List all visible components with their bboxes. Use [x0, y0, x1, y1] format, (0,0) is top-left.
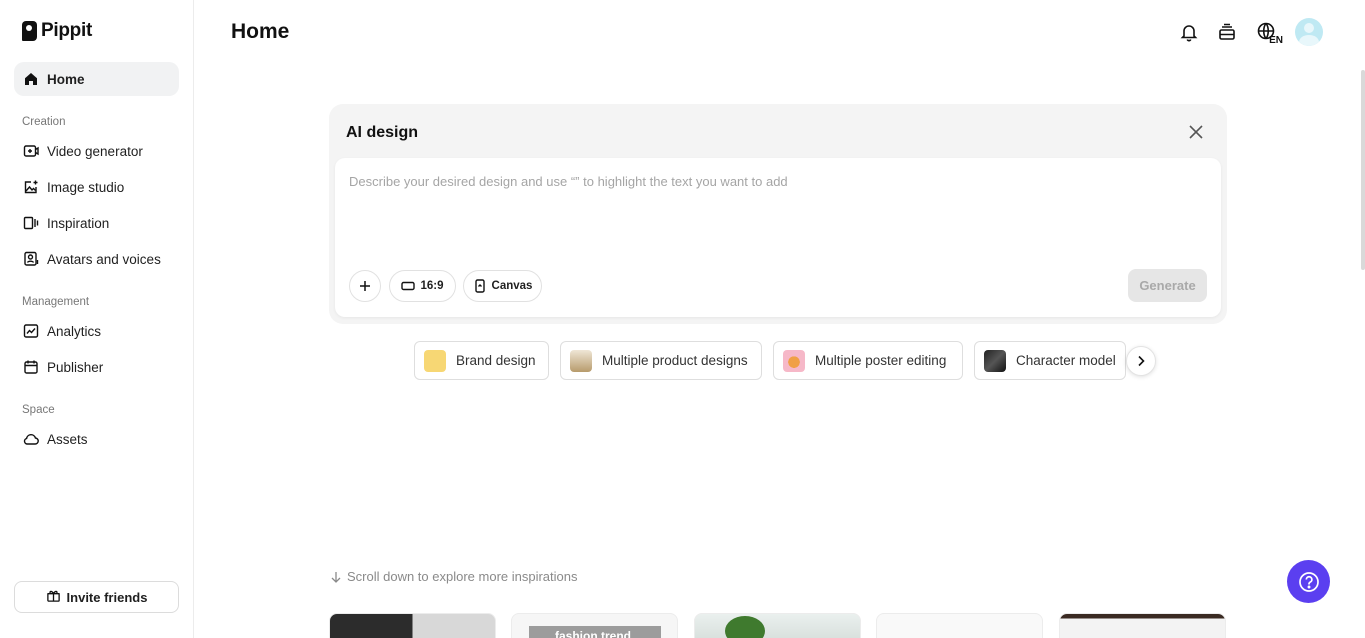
page-title: Home	[231, 20, 290, 43]
ai-design-title: AI design	[346, 124, 419, 141]
section-label-management: Management	[22, 296, 90, 308]
generate-button[interactable]: Generate	[1128, 269, 1207, 302]
sidebar-item-image-studio[interactable]: Image studio	[14, 170, 179, 204]
poster-editing-thumbnail	[783, 349, 805, 372]
character-model-thumbnail	[984, 349, 1006, 372]
sidebar-item-label: Image studio	[47, 179, 125, 195]
cloud-icon	[23, 431, 39, 447]
aspect-ratio-label: 16:9	[420, 280, 444, 292]
inspiration-card[interactable]	[1059, 613, 1226, 638]
chip-brand-design[interactable]: Brand design	[414, 341, 549, 380]
sidebar-item-label: Inspiration	[47, 215, 110, 231]
design-prompt-input[interactable]	[349, 174, 1109, 189]
sidebar-item-label: Assets	[47, 431, 88, 447]
invite-friends-button[interactable]: Invite friends	[14, 581, 179, 613]
app-root: Pippit Home Creation Video generator Ima…	[0, 0, 1365, 638]
notifications-button[interactable]	[1177, 18, 1201, 46]
analytics-icon	[23, 323, 39, 339]
logo-text: Pippit	[41, 20, 92, 41]
home-icon	[23, 71, 39, 87]
inbox-button[interactable]	[1215, 18, 1239, 46]
page-scrollbar[interactable]	[1361, 70, 1365, 270]
video-plus-icon	[23, 143, 39, 159]
user-avatar[interactable]	[1295, 18, 1323, 46]
chevron-right-icon	[1138, 355, 1145, 367]
canvas-label: Canvas	[491, 280, 533, 292]
sidebar-item-label: Video generator	[47, 143, 143, 159]
canvas-button[interactable]: Canvas	[463, 270, 542, 302]
inspiration-card[interactable]	[329, 613, 496, 638]
logo[interactable]: Pippit	[22, 20, 92, 42]
sidebar: Pippit Home Creation Video generator Ima…	[0, 0, 194, 638]
scroll-hint-text: Scroll down to explore more inspirations	[347, 569, 578, 584]
section-label-space: Space	[22, 404, 55, 416]
chip-multiple-product-designs[interactable]: Multiple product designs	[560, 341, 762, 380]
chips-next-button[interactable]	[1126, 346, 1156, 376]
language-button[interactable]: EN	[1253, 18, 1283, 46]
aspect-ratio-icon	[401, 281, 416, 291]
sidebar-item-assets[interactable]: Assets	[14, 422, 179, 456]
gift-icon	[46, 588, 61, 606]
sidebar-item-label: Publisher	[47, 359, 104, 375]
sidebar-item-label: Home	[47, 71, 85, 87]
add-attachment-button[interactable]	[349, 270, 381, 302]
aspect-ratio-button[interactable]: 16:9	[389, 270, 456, 302]
sidebar-item-inspiration[interactable]: Inspiration	[14, 206, 179, 240]
sidebar-item-label: Avatars and voices	[47, 251, 161, 267]
bell-icon	[1180, 25, 1198, 42]
canvas-icon	[474, 279, 485, 293]
chip-multiple-poster-editing[interactable]: Multiple poster editing	[773, 341, 963, 380]
inspiration-card[interactable]: fashion trend	[511, 613, 678, 638]
help-button[interactable]	[1287, 560, 1330, 603]
sidebar-item-analytics[interactable]: Analytics	[14, 314, 179, 348]
invite-friends-label: Invite friends	[66, 589, 148, 605]
inbox-stack-icon	[1219, 23, 1235, 40]
question-mark-icon	[1298, 571, 1319, 592]
inspiration-icon	[23, 215, 39, 231]
inspiration-card-label: fashion trend	[529, 626, 661, 638]
image-sparkle-icon	[23, 179, 39, 195]
section-label-creation: Creation	[22, 116, 66, 128]
chip-label: Multiple poster editing	[815, 353, 947, 368]
language-code: EN	[1269, 35, 1283, 46]
sidebar-item-publisher[interactable]: Publisher	[14, 350, 179, 384]
brand-design-thumbnail	[424, 349, 446, 372]
inspiration-card[interactable]	[876, 613, 1043, 638]
chip-label: Brand design	[456, 353, 536, 368]
close-panel-button[interactable]	[1187, 123, 1205, 141]
inspiration-card[interactable]	[694, 613, 861, 638]
prompt-box: 16:9 Canvas Generate	[335, 158, 1221, 317]
plus-icon	[360, 281, 370, 291]
scroll-hint: Scroll down to explore more inspirations	[330, 569, 578, 584]
product-designs-thumbnail	[570, 349, 592, 372]
header-toolbar: EN	[1177, 18, 1323, 46]
chip-character-model[interactable]: Character model	[974, 341, 1126, 380]
ai-design-panel: AI design 16:9 Canvas Generate	[329, 104, 1227, 324]
arrow-down-icon	[331, 571, 341, 583]
chip-label: Multiple product designs	[602, 353, 748, 368]
close-icon	[1189, 125, 1203, 139]
sidebar-item-home[interactable]: Home	[14, 62, 179, 96]
chip-label: Character model	[1016, 353, 1116, 368]
pippit-logo-icon	[22, 21, 37, 41]
avatar-voice-icon	[23, 251, 39, 267]
sidebar-item-label: Analytics	[47, 323, 102, 339]
sidebar-item-video-generator[interactable]: Video generator	[14, 134, 179, 168]
sidebar-item-avatars-voices[interactable]: Avatars and voices	[14, 242, 179, 276]
calendar-icon	[23, 359, 39, 375]
